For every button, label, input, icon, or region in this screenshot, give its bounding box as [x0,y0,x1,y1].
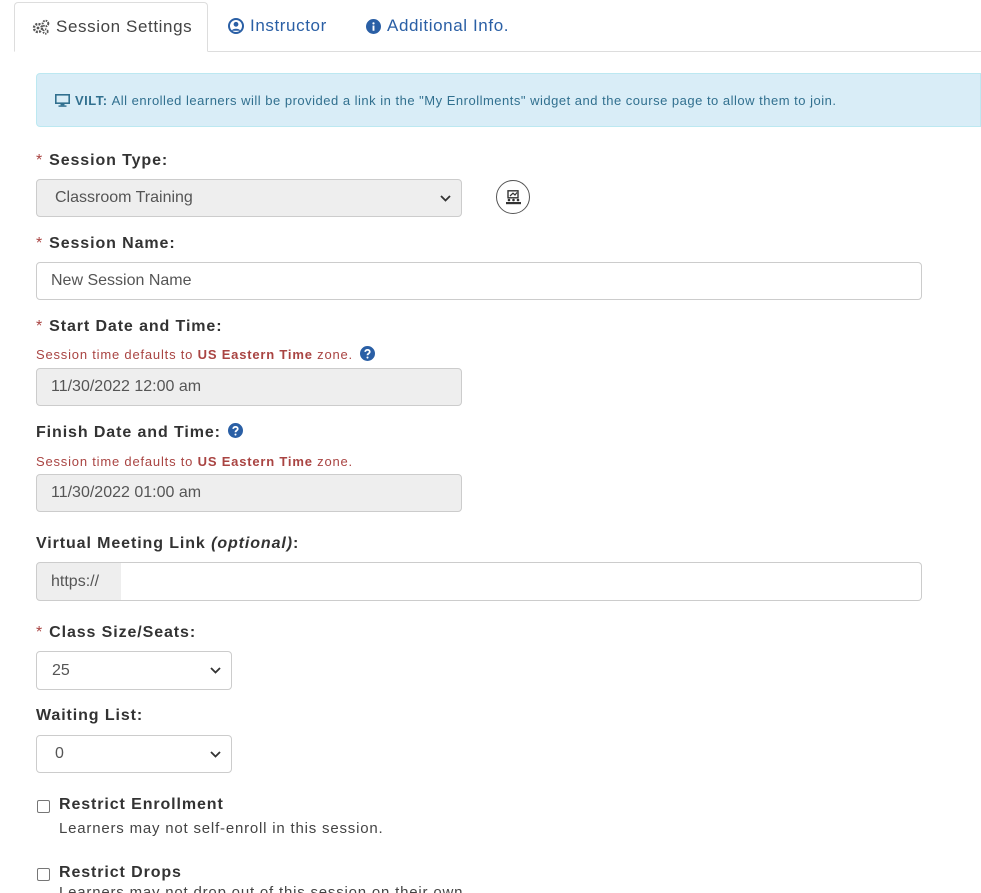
tab-bar: Session Settings Instructor Additional I… [14,2,981,52]
required-marker: * [36,235,44,252]
label-colon: : [292,535,300,552]
label-text: Waiting List: [36,707,144,724]
waiting-list-select[interactable]: 0 [36,735,232,773]
finish-datetime-input[interactable]: 11/30/2022 01:00 am [36,474,462,512]
input-value: 11/30/2022 01:00 am [51,484,202,501]
session-name-input[interactable]: New Session Name [36,262,922,300]
hint-text: zone. [317,347,353,362]
restrict-enrollment-label[interactable]: Restrict Enrollment [59,796,224,814]
restrict-drops-description: Learners may not drop out of this sessio… [59,884,468,893]
class-size-select[interactable]: 25 [36,651,232,690]
start-date-label: * Start Date and Time: [36,318,222,336]
hint-text: zone. [317,454,353,469]
hint-text: Session time defaults to [36,454,194,469]
vilt-alert: VILT: All enrolled learners will be prov… [36,73,981,127]
session-type-select[interactable]: Classroom Training [36,179,462,217]
optional-text: (optional) [211,535,293,552]
tab-additional-info[interactable]: Additional Info. [366,2,509,50]
input-value: 11/30/2022 12:00 am [51,378,202,395]
question-circle-icon[interactable] [228,422,244,438]
hint-zone: US Eastern Time [197,454,313,469]
tab-label: Session Settings [56,17,193,36]
label-text: Start Date and Time: [49,318,223,335]
label-text: Virtual Meeting Link [36,535,206,552]
gears-icon [32,19,50,35]
tab-label: Additional Info. [387,16,510,35]
start-datetime-input[interactable]: 11/30/2022 12:00 am [36,368,462,406]
restrict-drops-label[interactable]: Restrict Drops [59,864,182,882]
restrict-drops-checkbox[interactable] [37,868,50,881]
session-name-label: * Session Name: [36,235,176,253]
alert-title: VILT: [75,92,108,108]
required-marker: * [36,624,44,641]
finish-timezone-hint: Session time defaults to US Eastern Time… [36,454,353,469]
tab-instructor[interactable]: Instructor [228,2,327,50]
select-value: 25 [52,661,70,679]
session-type-label: * Session Type: [36,152,168,170]
prefix-text: https:// [51,572,100,590]
required-marker: * [36,152,44,169]
label-text: Class Size/Seats: [49,624,197,641]
url-prefix-addon: https:// [36,562,122,601]
chevron-down-icon [440,194,451,202]
tab-session-settings[interactable]: Session Settings [14,2,208,52]
info-circle-icon [366,18,381,34]
hint-text: Session time defaults to [36,347,194,362]
input-value: New Session Name [51,272,192,289]
start-timezone-hint: Session time defaults to US Eastern Time… [36,346,376,362]
label-text: Finish Date and Time: [36,424,221,441]
meeting-link-label: Virtual Meeting Link (optional): [36,535,299,553]
description-text: Learners may not drop out of this sessio… [59,884,469,893]
select-value: Classroom Training [55,189,193,206]
required-marker: * [36,318,44,335]
hint-zone: US Eastern Time [197,347,313,362]
label-text: Session Type: [49,152,169,169]
chevron-down-icon [210,667,221,674]
class-size-label: * Class Size/Seats: [36,624,196,642]
meeting-link-input[interactable] [121,562,922,601]
select-value: 0 [55,745,64,762]
chevron-down-icon [210,750,221,758]
restrict-enrollment-checkbox[interactable] [37,800,50,813]
label-text: Session Name: [49,235,176,252]
question-circle-icon[interactable] [360,346,376,362]
classroom-type-button[interactable] [496,180,530,214]
waiting-list-label: Waiting List: [36,707,143,725]
user-circle-icon [228,18,244,34]
monitor-icon [55,93,70,107]
restrict-enrollment-description: Learners may not self-enroll in this ses… [59,820,384,837]
tab-label: Instructor [250,16,327,35]
alert-text: All enrolled learners will be provided a… [111,92,837,108]
classroom-icon [505,189,521,204]
finish-date-label: Finish Date and Time: [36,422,244,442]
